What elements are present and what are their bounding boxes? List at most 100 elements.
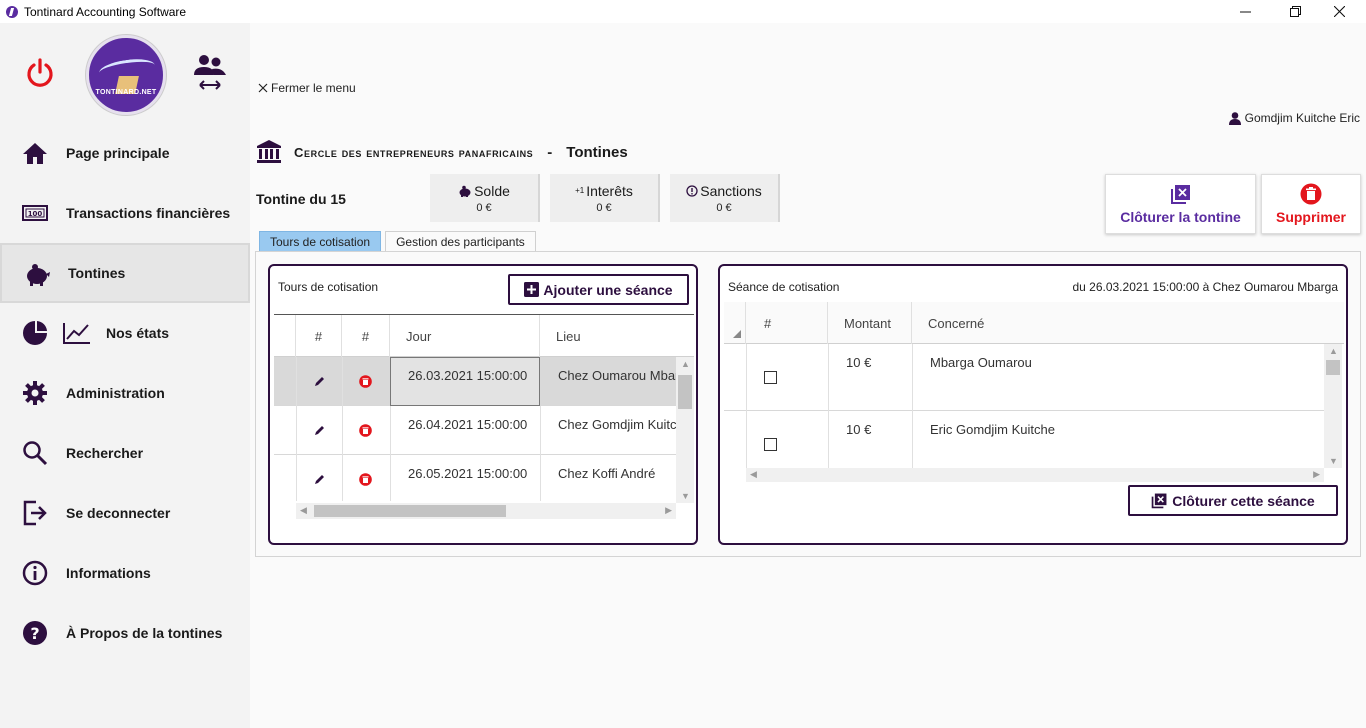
svg-text:?: ? [30,624,39,643]
sidebar-item-label: Transactions financières [66,205,231,221]
minimize-button[interactable] [1222,0,1268,23]
cell-lieu: Chez Gomdjim Kuitche [558,417,676,432]
table-row[interactable]: 26.05.2021 15:00:00 Chez Koffi André [274,455,676,501]
sidebar-item-tontines[interactable]: Tontines [0,243,250,303]
column-header[interactable]: Lieu [540,315,694,357]
stat-interets: +1 Interêts 0 € [550,174,660,222]
scrollbar-thumb[interactable] [314,505,506,517]
close-tontine-button[interactable]: Clôturer la tontine [1105,174,1256,234]
sidebar-item-label: Administration [66,385,165,401]
tab-tours-de-cotisation[interactable]: Tours de cotisation [259,231,382,252]
alert-circle-icon [686,184,698,197]
close-box-icon [1170,185,1190,204]
cell-montant: 10 € [846,422,872,437]
title-bar: Tontinard Accounting Software [0,0,1366,23]
close-window-button[interactable] [1316,0,1362,23]
table-row[interactable]: 26.03.2021 15:00:00 Chez Oumarou Mbarga [274,357,676,406]
maximize-button[interactable] [1272,0,1318,23]
table-row[interactable]: 26.04.2021 15:00:00 Chez Gomdjim Kuitche [274,406,676,455]
corner-triangle-icon [733,330,741,338]
search-icon [23,441,48,466]
sidebar-item-search[interactable]: Rechercher [0,423,250,483]
seance-info: du 26.03.2021 15:00:00 à Chez Oumarou Mb… [1072,280,1338,294]
column-header[interactable]: Concerné [912,302,1324,344]
trash-icon [1300,183,1322,205]
tours-grid: # # Jour Lieu 26.03.2021 15:00:00 Chez O… [274,314,694,524]
row-checkbox[interactable] [764,438,777,451]
vertical-scrollbar[interactable]: ▲ ▼ [1324,344,1342,468]
sidebar-item-administration[interactable]: Administration [0,363,250,423]
minimize-icon [1239,11,1251,13]
column-header[interactable]: Montant [828,302,912,344]
tours-title: Tours de cotisation [278,280,379,294]
sidebar-item-home[interactable]: Page principale [0,123,250,183]
power-icon[interactable] [24,57,56,89]
scrollbar-thumb[interactable] [678,375,692,409]
trash-icon[interactable] [359,473,372,486]
user-icon [1228,111,1241,125]
line-chart-icon [63,323,90,344]
edit-icon[interactable] [314,424,326,436]
stat-label: Solde [474,182,510,199]
info-icon [22,560,48,586]
stat-label: Interêts [586,182,633,199]
edit-icon[interactable] [314,473,326,485]
sidebar-item-label: Nos états [106,325,170,341]
close-session-label: Clôturer cette séance [1172,492,1315,509]
cell-jour: 26.05.2021 15:00:00 [408,466,528,481]
cell-lieu: Chez Koffi André [558,466,656,481]
sidebar-item-reports[interactable]: Nos états [0,303,250,363]
sidebar-item-logout[interactable]: Se deconnecter [0,483,250,543]
sidebar-item-label: Informations [66,565,151,581]
restore-icon [1289,6,1301,17]
stat-sanctions: Sanctions 0 € [670,174,780,222]
breadcrumb: Cercle des entrepreneurs panafricains - … [256,139,628,165]
table-row[interactable]: 10 € Mbarga Oumarou [724,344,1324,411]
cell-concerne: Eric Gomdjim Kuitche [930,422,1055,437]
column-header[interactable]: # [342,315,390,357]
home-icon [23,143,47,164]
sidebar-item-transactions[interactable]: 100 Transactions financières [0,183,250,243]
stat-value: 0 € [596,201,612,214]
select-all-corner[interactable] [724,302,746,344]
horizontal-scrollbar[interactable]: ◀ ▶ [296,503,676,519]
tours-card: Tours de cotisation Ajouter une séance #… [268,264,698,545]
stat-solde: Solde 0 € [430,174,540,222]
column-header[interactable]: # [746,302,828,344]
sidebar-item-label: Se deconnecter [66,505,171,521]
vertical-scrollbar[interactable]: ▲ ▼ [676,357,694,503]
tab-panel: Tours de cotisation Ajouter une séance #… [255,251,1361,557]
sidebar-item-label: Page principale [66,145,170,161]
stat-value: 0 € [476,201,492,214]
switch-users-icon[interactable] [192,53,228,93]
close-session-button[interactable]: Clôturer cette séance [1128,485,1338,516]
sidebar-nav: Page principale 100 Transactions financi… [0,123,250,663]
sidebar-item-about[interactable]: ? À Propos de la tontines [0,603,250,663]
add-session-button[interactable]: Ajouter une séance [508,274,689,305]
close-icon [258,83,268,93]
horizontal-scrollbar[interactable]: ◀ ▶ [746,468,1324,482]
cell-montant: 10 € [846,355,872,370]
edit-icon[interactable] [314,375,326,387]
column-header[interactable]: # [296,315,342,357]
sidebar-item-label: À Propos de la tontines [66,625,223,641]
tab-gestion-des-participants[interactable]: Gestion des participants [385,231,536,252]
svg-text:100: 100 [28,210,43,218]
sidebar-item-label: Tontines [68,265,126,281]
close-menu-link[interactable]: Fermer le menu [258,81,356,95]
scrollbar-thumb[interactable] [1326,360,1340,375]
sidebar-item-information[interactable]: Informations [0,543,250,603]
trash-icon[interactable] [359,424,372,437]
piggy-bank-icon [27,264,50,286]
tontine-name: Tontine du 15 [256,191,346,207]
bank-icon [257,140,281,163]
trash-icon[interactable] [359,375,372,388]
table-row[interactable]: 10 € Eric Gomdjim Kuitche [724,411,1324,468]
seance-title: Séance de cotisation [728,280,840,294]
piggy-bank-icon [459,185,471,197]
org-name: Cercle des entrepreneurs panafricains [294,144,534,160]
row-checkbox[interactable] [764,371,777,384]
cell-jour: 26.04.2021 15:00:00 [408,417,528,432]
delete-button[interactable]: Supprimer [1261,174,1361,234]
column-header[interactable]: Jour [390,315,540,357]
